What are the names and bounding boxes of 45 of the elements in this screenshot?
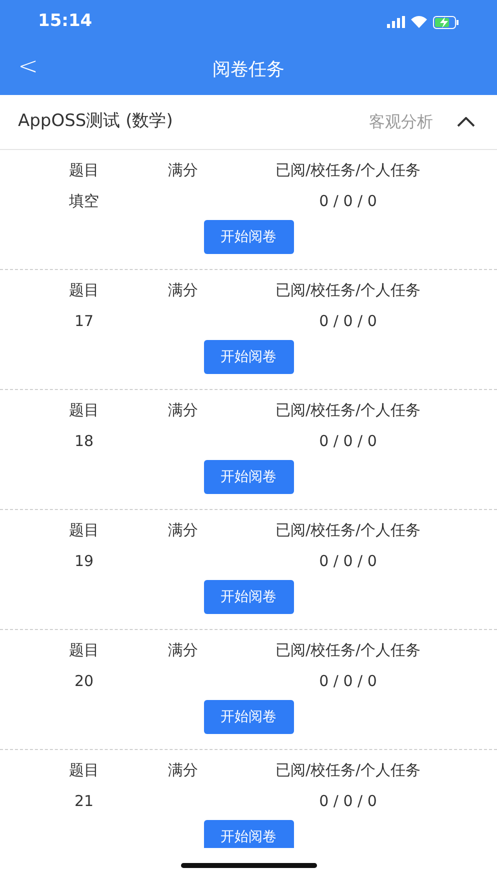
start-grading-button[interactable]: 开始阅卷 (204, 220, 294, 254)
column-label: 满分 (168, 160, 198, 181)
column-label: 已阅/校任务/个人任务 (275, 520, 421, 541)
signal-icon (387, 16, 405, 28)
chevron-up-icon[interactable] (457, 117, 475, 127)
column-label: 题目 (69, 520, 99, 541)
question-value: 21 (74, 790, 94, 812)
column-label: 题目 (69, 160, 99, 181)
column-label: 题目 (69, 400, 99, 421)
wifi-icon (411, 16, 427, 28)
column-label: 满分 (168, 760, 198, 781)
question-value: 17 (74, 310, 94, 332)
column-label: 题目 (69, 760, 99, 781)
exam-name: AppOSS测试 (数学) (18, 110, 174, 134)
progress-value: 0 / 0 / 0 (319, 190, 377, 212)
start-grading-button[interactable]: 开始阅卷 (204, 580, 294, 614)
column-label: 已阅/校任务/个人任务 (275, 280, 421, 301)
column-label: 已阅/校任务/个人任务 (275, 400, 421, 421)
question-value: 20 (74, 670, 94, 692)
progress-value: 0 / 0 / 0 (319, 550, 377, 572)
progress-value: 0 / 0 / 0 (319, 310, 377, 332)
column-label: 题目 (69, 280, 99, 301)
progress-value: 0 / 0 / 0 (319, 790, 377, 812)
column-label: 满分 (168, 280, 198, 301)
status-time: 15:14 (38, 10, 92, 34)
battery-charging-icon (433, 16, 459, 28)
column-label: 已阅/校任务/个人任务 (275, 160, 421, 181)
start-grading-button[interactable]: 开始阅卷 (204, 340, 294, 374)
column-label: 已阅/校任务/个人任务 (275, 760, 421, 781)
back-button[interactable]: < (14, 54, 42, 78)
page-title: 阅卷任务 (212, 58, 284, 82)
progress-value: 0 / 0 / 0 (319, 430, 377, 452)
question-value: 19 (74, 550, 94, 572)
analysis-link[interactable]: 客观分析 (369, 110, 433, 134)
column-label: 已阅/校任务/个人任务 (275, 640, 421, 661)
progress-value: 0 / 0 / 0 (319, 670, 377, 692)
start-grading-button[interactable]: 开始阅卷 (204, 460, 294, 494)
start-grading-button[interactable]: 开始阅卷 (204, 820, 294, 848)
column-label: 满分 (168, 400, 198, 421)
start-grading-button[interactable]: 开始阅卷 (204, 700, 294, 734)
column-label: 题目 (69, 640, 99, 661)
column-label: 满分 (168, 520, 198, 541)
question-value: 填空 (69, 190, 99, 212)
question-value: 18 (74, 430, 94, 452)
column-label: 满分 (168, 640, 198, 661)
